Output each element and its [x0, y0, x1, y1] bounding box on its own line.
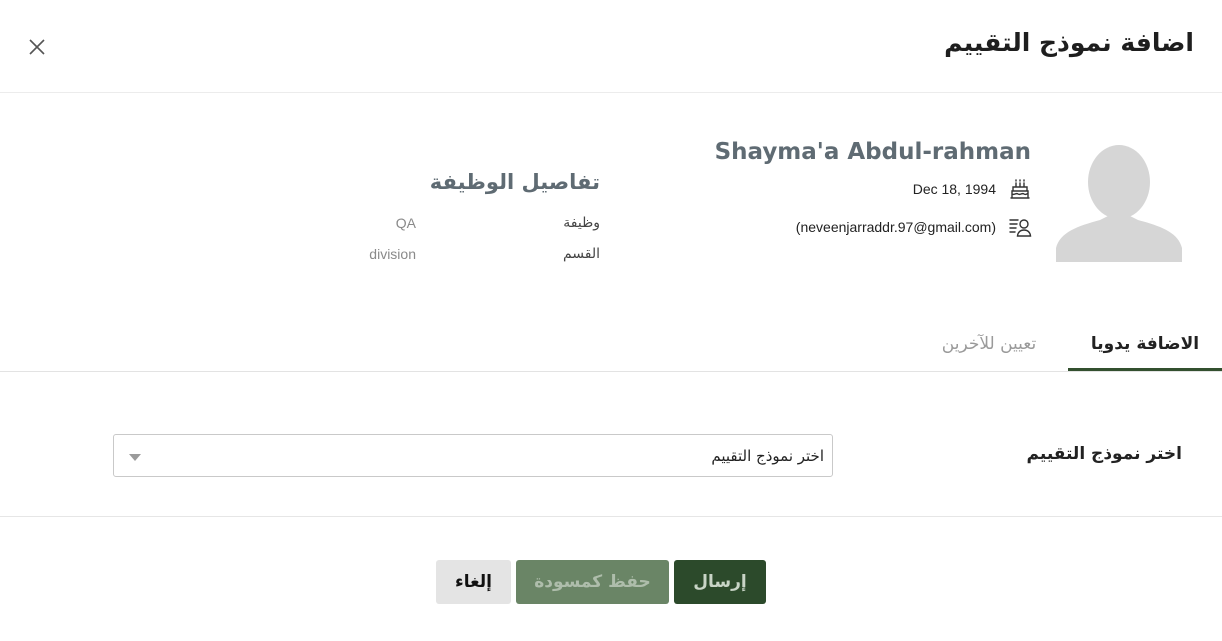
- email-row: (neveenjarraddr.97@gmail.com): [796, 214, 1032, 240]
- job-details-title: تفاصيل الوظيفة: [429, 170, 600, 194]
- tab-assign-others[interactable]: تعيين للآخرين: [924, 322, 1054, 371]
- birth-date: Dec 18, 1994: [912, 181, 996, 197]
- tab-manual-add[interactable]: الاضافة يدويا: [1068, 322, 1222, 371]
- send-button[interactable]: إرسال: [674, 560, 766, 604]
- job-position-label: وظيفة: [563, 215, 600, 231]
- cancel-button[interactable]: إلغاء: [436, 560, 511, 604]
- avatar: [1056, 145, 1182, 262]
- person-card-icon: [1009, 219, 1032, 237]
- divider: [0, 516, 1222, 517]
- save-draft-button[interactable]: حفظ كمسودة: [516, 560, 669, 604]
- employee-name: Shayma'a Abdul-rahman: [714, 139, 1031, 165]
- select-value: اختر نموذج التقييم: [711, 447, 824, 465]
- modal-header: اضافة نموذج التقييم: [0, 0, 1222, 93]
- evaluation-form-label: اختر نموذج التقييم: [1026, 444, 1182, 464]
- birth-date-row: Dec 18, 1994: [913, 176, 1032, 202]
- job-department-value: division: [369, 246, 416, 262]
- tab-bar: الاضافة يدويا تعيين للآخرين: [0, 322, 1222, 372]
- close-icon[interactable]: [25, 35, 49, 59]
- modal-title: اضافة نموذج التقييم: [944, 28, 1194, 57]
- job-position-value: QA: [395, 215, 416, 231]
- employee-email: (neveenjarraddr.97@gmail.com): [795, 219, 996, 235]
- evaluation-form-select[interactable]: اختر نموذج التقييم: [113, 434, 833, 477]
- birthday-cake-icon: [1010, 179, 1030, 199]
- job-department-label: القسم: [562, 246, 600, 262]
- chevron-down-icon: [129, 454, 141, 461]
